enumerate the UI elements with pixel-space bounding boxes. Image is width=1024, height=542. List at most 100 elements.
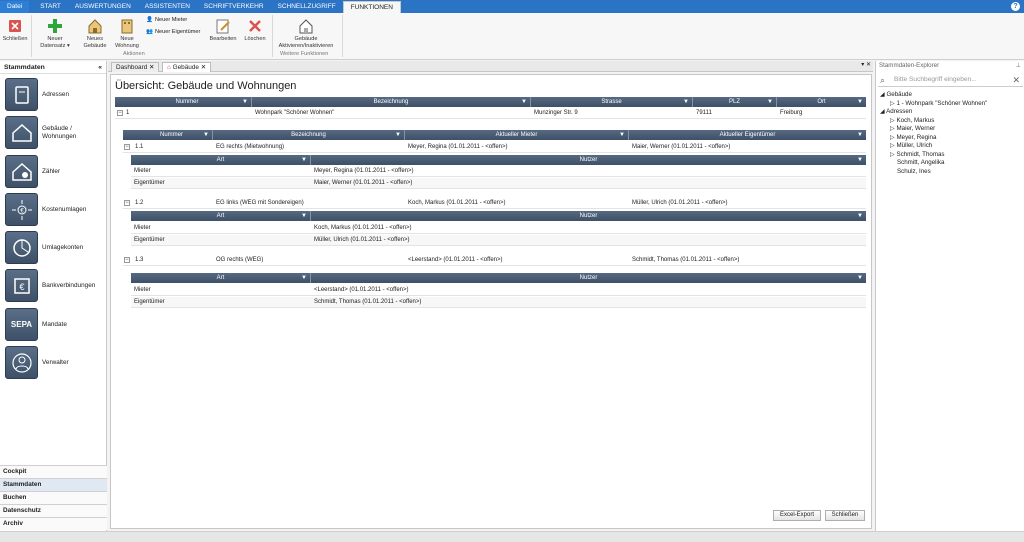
col-nutzer[interactable]: Nutzer ▼ <box>311 155 866 165</box>
tree-node-address[interactable]: ▷ Schmidt, Thomas <box>890 151 945 159</box>
filter-icon[interactable]: ▼ <box>767 97 773 107</box>
nav-stammdaten[interactable]: Stammdaten <box>0 478 107 491</box>
usage-row[interactable]: Eigentümer Maier, Werner (01.01.2011 - <… <box>131 178 866 189</box>
tab-auswertungen[interactable]: AUSWERTUNGEN <box>68 1 138 13</box>
col-mieter[interactable]: Aktueller Mieter ▼ <box>405 130 629 140</box>
tree-node-building[interactable]: ▷ 1 - Wohnpark "Schöner Wohnen" <box>890 100 987 108</box>
col-nutzer[interactable]: Nutzer ▼ <box>311 273 866 283</box>
tab-start[interactable]: START <box>33 1 68 13</box>
clear-search-icon[interactable]: ✕ <box>1012 75 1020 86</box>
filter-icon[interactable]: ▼ <box>857 211 863 221</box>
nav-mandate[interactable]: SEPA Mandate <box>5 308 103 342</box>
col-strasse[interactable]: Strasse ▼ <box>531 97 693 107</box>
col-bezeichnung[interactable]: Bezeichnung ▼ <box>252 97 531 107</box>
col-label: Art <box>216 157 225 163</box>
nav-buchen[interactable]: Buchen <box>0 491 107 504</box>
col-art[interactable]: Art ▼ <box>131 211 311 221</box>
building-row[interactable]: − 1 Wohnpark "Schöner Wohnen" Munzinger … <box>115 108 866 119</box>
file-menu[interactable]: Datei <box>0 1 30 13</box>
nav-verwalter[interactable]: Verwalter <box>5 346 103 380</box>
nav-bankverbindungen[interactable]: € Bankverbindungen <box>5 269 103 303</box>
tree-node-adressen[interactable]: ◢ Adressen <box>880 108 912 116</box>
new-owner-button[interactable]: 👥 Neuer Eigentümer <box>146 29 200 35</box>
collapse-flat-icon[interactable]: − <box>124 200 130 206</box>
search-icon: ⌕ <box>880 75 886 85</box>
col-ort[interactable]: Ort ▼ <box>777 97 866 107</box>
flat-row[interactable]: − 1.1 EG rechts (Mietwohnung) Meyer, Reg… <box>123 142 866 153</box>
usage-row[interactable]: Mieter Meyer, Regina (01.01.2011 - <offe… <box>131 166 866 177</box>
flat-row[interactable]: − 1.2 EG links (WEG mit Sondereigen) Koc… <box>123 198 866 209</box>
tree-node-address[interactable]: ▷ Koch, Markus <box>890 117 934 125</box>
tree-node-address[interactable]: ▷ Müller, Ulrich <box>890 142 932 150</box>
filter-icon[interactable]: ▼ <box>857 155 863 165</box>
col-plz[interactable]: PLZ ▼ <box>693 97 777 107</box>
tab-assistenten[interactable]: ASSISTENTEN <box>138 1 197 13</box>
nav-umlagekonten[interactable]: Umlagekonten <box>5 231 103 265</box>
col-nummer[interactable]: Nummer ▼ <box>123 97 252 107</box>
filter-icon[interactable]: ▼ <box>242 97 248 107</box>
search-input[interactable]: Bitte Suchbegriff eingeben... <box>878 73 1023 87</box>
filter-icon[interactable]: ▼ <box>857 97 863 107</box>
filter-icon[interactable]: ▼ <box>619 130 625 140</box>
col-flat-nummer[interactable]: Nummer ▼ <box>131 130 213 140</box>
flat-row[interactable]: − 1.3 OG rechts (WEG) <Leerstand> (01.01… <box>123 255 866 266</box>
nav-datenschutz[interactable]: Datenschutz <box>0 504 107 517</box>
edit-button[interactable]: Bearbeiten <box>208 18 238 43</box>
tab-schriftverkehr[interactable]: SCHRIFTVERKEHR <box>197 1 271 13</box>
collapse-flat-icon[interactable]: − <box>124 144 130 150</box>
tree-node-address[interactable]: Schulz, Ines <box>897 168 931 176</box>
flat-nummer: 1.3 <box>135 257 144 263</box>
usage-grid-header: Art ▼ Nutzer ▼ <box>131 155 866 165</box>
usage-row[interactable]: Mieter Koch, Markus (01.01.2011 - <offen… <box>131 223 866 234</box>
new-flat-button[interactable]: Neue Wohnung <box>112 18 142 49</box>
close-ribbon-button[interactable]: Schließen <box>2 18 28 43</box>
tree-node-address[interactable]: Schmitt, Angelika <box>897 159 944 167</box>
filter-icon[interactable]: ▼ <box>301 273 307 283</box>
filter-icon[interactable]: ▼ <box>683 97 689 107</box>
tree-node-address[interactable]: ▷ Meyer, Regina <box>890 134 936 142</box>
col-nutzer[interactable]: Nutzer ▼ <box>311 211 866 221</box>
tree-label: Müller, Ulrich <box>896 142 933 149</box>
usage-row[interactable]: Eigentümer Schmidt, Thomas (01.01.2011 -… <box>131 297 866 308</box>
nav-archiv[interactable]: Archiv <box>0 517 107 530</box>
close-button[interactable]: Schließen <box>825 510 865 521</box>
tree-node-gebaeude[interactable]: ◢ Gebäude <box>880 91 912 99</box>
close-tab-icon[interactable]: ✕ <box>201 64 206 71</box>
usage-row[interactable]: Eigentümer Müller, Ulrich (01.01.2011 - … <box>131 235 866 246</box>
tab-schnellzugriff[interactable]: SCHNELLZUGRIFF <box>271 1 343 13</box>
collapse-flat-icon[interactable]: − <box>124 257 130 263</box>
col-flat-bezeichnung[interactable]: Bezeichnung ▼ <box>213 130 405 140</box>
tab-menu-icon[interactable]: ▾ ✕ <box>861 61 871 68</box>
help-icon[interactable]: ? <box>1011 2 1020 11</box>
filter-icon[interactable]: ▼ <box>857 130 863 140</box>
filter-icon[interactable]: ▼ <box>301 155 307 165</box>
collapse-building-icon[interactable]: − <box>117 110 123 116</box>
filter-icon[interactable]: ▼ <box>301 211 307 221</box>
new-building-button[interactable]: Neues Gebäude <box>80 18 110 49</box>
filter-icon[interactable]: ▼ <box>203 130 209 140</box>
col-eigentuemer[interactable]: Aktueller Eigentümer ▼ <box>629 130 866 140</box>
new-record-button[interactable]: Neuer Datensatz ▾ <box>35 18 75 49</box>
col-art[interactable]: Art ▼ <box>131 273 311 283</box>
filter-icon[interactable]: ▼ <box>857 273 863 283</box>
collapse-icon[interactable]: « <box>98 61 102 74</box>
close-tab-icon[interactable]: ✕ <box>149 64 154 71</box>
filter-icon[interactable]: ▼ <box>395 130 401 140</box>
col-art[interactable]: Art ▼ <box>131 155 311 165</box>
delete-button[interactable]: Löschen <box>240 18 270 43</box>
nav-kostenumlagen[interactable]: € Kostenumlagen <box>5 193 103 227</box>
pin-icon[interactable]: ⊥ <box>1016 61 1021 71</box>
toggle-building-button[interactable]: Gebäude Aktivieren/Inaktivieren <box>274 18 338 49</box>
nav-zaehler[interactable]: Zähler <box>5 155 103 189</box>
tab-funktionen[interactable]: FUNKTIONEN <box>342 1 401 13</box>
nav-cockpit[interactable]: Cockpit <box>0 465 107 478</box>
tree-node-address[interactable]: ▷ Maier, Werner <box>890 125 935 133</box>
tab-gebaeude[interactable]: ⌂ Gebäude ✕ <box>162 62 212 72</box>
nav-gebaeude[interactable]: Gebäude / Wohnungen <box>5 116 103 150</box>
usage-row[interactable]: Mieter <Leerstand> (01.01.2011 - <offen>… <box>131 285 866 296</box>
nav-adressen[interactable]: Adressen <box>5 78 103 112</box>
new-tenant-button[interactable]: 👤 Neuer Mieter <box>146 17 187 23</box>
excel-export-button[interactable]: Excel-Export <box>773 510 821 521</box>
tab-dashboard[interactable]: Dashboard ✕ <box>111 62 160 72</box>
filter-icon[interactable]: ▼ <box>521 97 527 107</box>
